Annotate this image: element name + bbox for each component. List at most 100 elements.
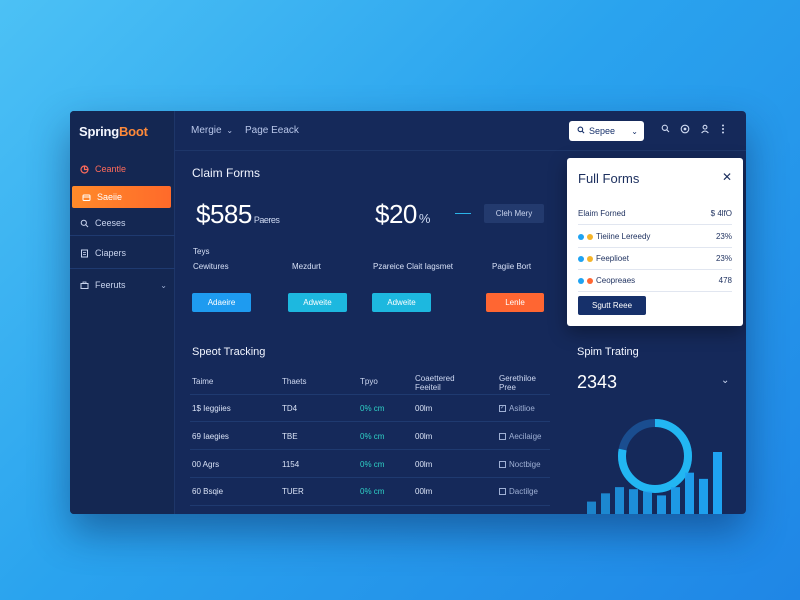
sidebar-divider bbox=[70, 235, 175, 236]
search-icon bbox=[577, 126, 585, 136]
search-label: Sepee bbox=[589, 126, 616, 136]
action-button-1[interactable]: Adaeire bbox=[192, 293, 251, 312]
full-forms-panel: Full Forms ✕ Elaim Forned $ 4lfO Tieiine… bbox=[567, 158, 743, 326]
status-label: Asitlioe bbox=[509, 404, 535, 413]
table-cell: 00lm bbox=[415, 432, 433, 441]
app-logo[interactable]: SpringBoot bbox=[79, 124, 148, 139]
top-bar: Mergie ⌄ Page Eeack Sepee ⌄ bbox=[175, 111, 746, 151]
list-item-label: Elaim Forned bbox=[578, 209, 626, 218]
status-label: Dactilge bbox=[509, 487, 538, 496]
filter-chip[interactable]: Cleh Mery bbox=[484, 204, 544, 223]
column-header[interactable]: Taime bbox=[192, 377, 213, 386]
chart-bar bbox=[643, 491, 652, 514]
row-divider bbox=[190, 477, 550, 478]
chart-bar bbox=[699, 478, 708, 514]
tracking-title: Speot Tracking bbox=[192, 346, 266, 358]
list-item-label: Feeplioet bbox=[596, 254, 629, 263]
table-cell-status[interactable]: Noctbige bbox=[499, 460, 541, 469]
table-cell: 00lm bbox=[415, 487, 433, 496]
sidebar-item-saeiie[interactable]: Saeiie bbox=[72, 186, 171, 208]
sidebar-item-label: Saeiie bbox=[97, 192, 123, 202]
status-dot-icon bbox=[587, 255, 593, 262]
action-button-3[interactable]: Adweite bbox=[372, 293, 431, 312]
list-item-value: 478 bbox=[718, 276, 732, 285]
chevron-down-icon[interactable]: ⌄ bbox=[721, 375, 729, 386]
logo-main: Spring bbox=[79, 124, 119, 139]
sidebar-item-label: Ceeses bbox=[95, 218, 126, 228]
chart-bar bbox=[671, 487, 680, 514]
list-item[interactable]: Elaim Forned $ 4lfO bbox=[578, 203, 732, 225]
settings-icon[interactable] bbox=[679, 124, 691, 137]
stat-price-unit: Paeres bbox=[253, 215, 280, 225]
table-cell: 1$ Ieggiies bbox=[192, 404, 231, 413]
table-cell: 1154 bbox=[282, 460, 300, 469]
sidebar-item-feeruts[interactable]: Feeruts ⌄ bbox=[70, 274, 175, 296]
checkbox-icon[interactable] bbox=[499, 433, 506, 440]
status-dot-icon bbox=[587, 233, 593, 240]
list-item[interactable]: Tieiine Lereedy 23% bbox=[578, 226, 732, 248]
chart-bar bbox=[685, 472, 694, 514]
field-label-features: Cewitures bbox=[193, 262, 229, 271]
search-dropdown[interactable]: Sepee ⌄ bbox=[569, 121, 644, 141]
stat-price-value: $585 bbox=[196, 199, 252, 229]
action-button-4[interactable]: Lenle bbox=[486, 293, 544, 312]
chart-bar bbox=[601, 493, 610, 514]
spin-tracking-title: Spim Trating bbox=[577, 346, 639, 358]
trend-line bbox=[455, 213, 471, 214]
table-cell-status[interactable]: ✓ Asitlioe bbox=[499, 404, 535, 413]
chart-bar bbox=[629, 489, 638, 514]
table-cell-status[interactable]: Aecilaige bbox=[499, 432, 541, 441]
sidebar-item-label: Ceantle bbox=[95, 164, 127, 174]
column-header[interactable]: Tpyo bbox=[360, 377, 378, 386]
status-label: Noctbige bbox=[509, 460, 541, 469]
checkbox-icon[interactable] bbox=[499, 461, 506, 468]
sidebar-item-ceeses[interactable]: Ceeses bbox=[70, 212, 175, 234]
table-cell: TUER bbox=[282, 487, 304, 496]
sidebar-item-label: Feeruts bbox=[95, 280, 126, 290]
sidebar-item-label: Ciapers bbox=[95, 248, 127, 258]
status-dot-icon bbox=[578, 233, 584, 240]
breadcrumb-page-back[interactable]: Page Eeack bbox=[245, 125, 299, 136]
field-label-type: Teys bbox=[193, 247, 210, 256]
column-header[interactable]: Thaets bbox=[282, 377, 306, 386]
chart-bar bbox=[657, 495, 666, 514]
chart-bar bbox=[587, 501, 596, 514]
more-vertical-icon[interactable] bbox=[717, 124, 729, 137]
sidebar-item-ceantle[interactable]: Ceantle bbox=[70, 158, 175, 180]
chart-icon bbox=[80, 164, 89, 174]
table-cell-status[interactable]: Dactilge bbox=[499, 487, 538, 496]
list-item-value: $ 4lfO bbox=[710, 209, 732, 218]
breadcrumb-mergie[interactable]: Mergie ⌄ bbox=[191, 125, 233, 136]
briefcase-icon bbox=[80, 281, 89, 290]
table-cell: 00lm bbox=[415, 404, 433, 413]
table-cell: 0% cm bbox=[360, 460, 385, 469]
sidebar-item-ciapers[interactable]: Ciapers bbox=[70, 242, 175, 264]
table-cell: 00lm bbox=[415, 460, 433, 469]
list-item[interactable]: Feeplioet 23% bbox=[578, 248, 732, 270]
field-label-merchant: Mezdurt bbox=[292, 262, 321, 271]
column-header[interactable]: Coaettered Feeiteil bbox=[415, 374, 465, 392]
chevron-down-icon: ⌄ bbox=[631, 126, 638, 136]
field-label-claim: Pzareice Clait Iagsmet bbox=[373, 262, 454, 271]
status-dot-icon bbox=[578, 255, 584, 262]
action-button-2[interactable]: Adweite bbox=[288, 293, 347, 312]
table-cell: 0% cm bbox=[360, 432, 385, 441]
chevron-down-icon[interactable]: ⌄ bbox=[160, 281, 167, 290]
claim-forms-title: Claim Forms bbox=[192, 166, 260, 180]
panel-submit-button[interactable]: Sgutt Reee bbox=[578, 296, 646, 315]
stat-price: $585 Paeres bbox=[196, 199, 280, 230]
user-icon[interactable] bbox=[699, 124, 711, 137]
search-icon bbox=[80, 219, 89, 228]
logo-accent: Boot bbox=[118, 124, 148, 139]
list-item[interactable]: Ceopreaes 478 bbox=[578, 270, 732, 292]
row-divider bbox=[190, 421, 550, 422]
checkbox-icon[interactable] bbox=[499, 488, 506, 495]
search-icon[interactable] bbox=[659, 124, 671, 136]
table-cell: 69 Iaegies bbox=[192, 432, 229, 441]
spin-tracking-value: 2343 bbox=[577, 372, 618, 392]
table-cell: TBE bbox=[282, 432, 298, 441]
checkbox-icon[interactable]: ✓ bbox=[499, 405, 506, 412]
column-header[interactable]: Gerethiloe Pree bbox=[499, 374, 549, 392]
status-dot-icon bbox=[587, 277, 593, 284]
close-icon[interactable]: ✕ bbox=[722, 170, 732, 184]
